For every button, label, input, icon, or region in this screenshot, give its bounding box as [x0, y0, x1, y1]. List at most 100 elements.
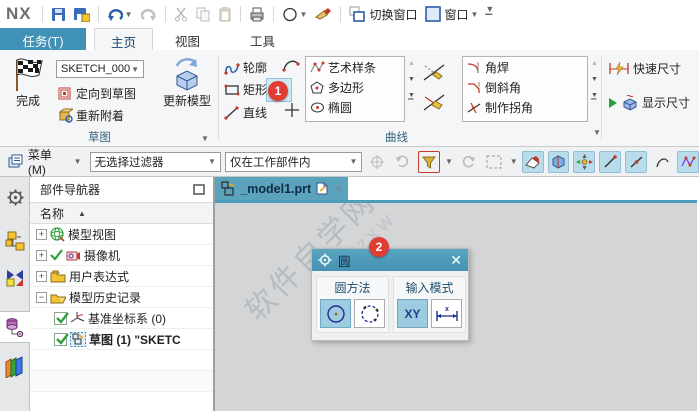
- circle-center-radius-button[interactable]: [320, 299, 351, 328]
- profile-button[interactable]: 轮廓: [224, 59, 267, 76]
- curve-gallery-scroll[interactable]: ▲ ▼ ▼ ▔: [408, 60, 415, 107]
- window-dropdown-icon[interactable]: ▼: [471, 10, 479, 19]
- format-painter-icon[interactable]: [313, 6, 334, 22]
- tab-tools[interactable]: 工具: [234, 28, 291, 50]
- line-button[interactable]: 直线: [224, 104, 267, 121]
- xy-input-button[interactable]: XY: [397, 299, 428, 328]
- snap-erase-icon[interactable]: [521, 150, 544, 173]
- expand-icon[interactable]: +: [36, 270, 47, 282]
- window-button[interactable]: 窗口 ▼: [423, 5, 480, 24]
- save-as-icon[interactable]: [72, 6, 92, 23]
- snap-move-icon[interactable]: [573, 150, 596, 173]
- fillet-button[interactable]: 角焊: [463, 57, 587, 77]
- scroll-down-icon[interactable]: ▼: [591, 76, 598, 83]
- point-icon: [285, 103, 299, 117]
- filter-more-dropdown-icon[interactable]: ▼: [445, 157, 453, 166]
- studio-spline-button[interactable]: 艺术样条: [306, 57, 404, 77]
- menu-dropdown-icon[interactable]: ▼: [74, 157, 82, 166]
- arc-button[interactable]: [282, 57, 300, 73]
- tree-item-cameras[interactable]: + 摄像机: [30, 245, 213, 266]
- checkbox-checked[interactable]: [54, 311, 69, 325]
- assembly-navigator-icon[interactable]: [3, 229, 27, 253]
- finish-sketch-button[interactable]: 完成: [4, 58, 52, 109]
- snap-spline-icon[interactable]: [677, 150, 699, 173]
- sketch-name-dropdown-icon[interactable]: ▼: [131, 65, 139, 74]
- polygon-button[interactable]: 多边形: [306, 77, 404, 97]
- checkbox-checked[interactable]: [54, 332, 69, 346]
- selection-filter-icon[interactable]: [418, 150, 441, 173]
- undo-icon[interactable]: ▼: [105, 6, 135, 23]
- tree-item-model-history[interactable]: − 模型历史记录: [30, 287, 213, 308]
- quick-trim-button[interactable]: [422, 62, 448, 84]
- work-plane-icon[interactable]: [547, 150, 570, 173]
- print-icon[interactable]: [247, 6, 267, 23]
- panel-pin-icon[interactable]: [193, 184, 205, 195]
- gallery-expand-icon[interactable]: ▼ ▔: [591, 92, 598, 107]
- corner-gallery-scroll[interactable]: ▲ ▼ ▼ ▔: [591, 60, 598, 107]
- document-tab[interactable]: _model1.prt ×: [215, 177, 348, 200]
- snap-endpoint-icon[interactable]: [599, 150, 622, 173]
- dimension-input-button[interactable]: x: [431, 299, 462, 328]
- update-model-button[interactable]: 更新模型: [160, 58, 214, 109]
- ellipse-button[interactable]: 椭圆: [306, 97, 404, 117]
- tab-close-icon[interactable]: ×: [335, 182, 342, 196]
- scope-dropdown-icon[interactable]: ▼: [349, 157, 357, 166]
- display-dimension-button[interactable]: 显示尺寸: [608, 94, 690, 111]
- dialog-close-icon[interactable]: ✕: [450, 253, 462, 267]
- scroll-down-icon[interactable]: ▼: [408, 76, 415, 83]
- tab-task[interactable]: 任务(T): [0, 28, 86, 50]
- switch-window-button[interactable]: 切换窗口: [347, 5, 419, 24]
- tab-view[interactable]: 视图: [159, 28, 216, 50]
- tree-item-datum-csys[interactable]: 基准坐标系 (0): [30, 308, 213, 329]
- orient-to-sketch-button[interactable]: 定向到草图: [58, 85, 136, 102]
- collapse-icon[interactable]: −: [36, 291, 47, 303]
- document-tab-label: _model1.prt: [240, 181, 312, 196]
- selection-scope-combo[interactable]: 仅在工作部件内 ▼: [224, 151, 363, 172]
- snap-midpoint-icon[interactable]: [625, 150, 648, 173]
- navigator-column-header[interactable]: 名称 ▲: [30, 203, 213, 224]
- last-tool-circle-icon[interactable]: ▼: [280, 6, 310, 23]
- circle-three-point-button[interactable]: [354, 299, 385, 328]
- select-mode-dropdown-icon[interactable]: ▼: [510, 157, 518, 166]
- snap-arc-icon[interactable]: [651, 151, 673, 173]
- point-button[interactable]: [284, 102, 300, 118]
- expand-icon[interactable]: +: [36, 249, 47, 261]
- tree-item-model-views[interactable]: + 模型视图: [30, 224, 213, 245]
- sketch-group-dropdown-icon[interactable]: ▼: [201, 134, 209, 143]
- constraint-navigator-icon[interactable]: [3, 265, 27, 289]
- save-icon[interactable]: [49, 6, 68, 23]
- roles-gear-icon[interactable]: [3, 185, 27, 209]
- qat-customize-icon[interactable]: ▼ ▔: [485, 4, 494, 25]
- undo-dropdown-icon[interactable]: ▼: [125, 10, 133, 19]
- circle-dialog[interactable]: 圆 ✕ 圆方法 输入模式 XY x: [311, 248, 469, 341]
- tab-home[interactable]: 主页: [94, 28, 154, 50]
- circle-dialog-titlebar[interactable]: 圆 ✕: [312, 249, 468, 271]
- separator: [97, 6, 99, 22]
- display-dimension-label: 显示尺寸: [642, 96, 691, 110]
- callout-badge-1: 1: [268, 81, 288, 101]
- selection-filter-combo[interactable]: 无选择过滤器 ▼: [89, 151, 221, 172]
- last-tool-dropdown-icon[interactable]: ▼: [300, 10, 308, 19]
- reuse-library-icon[interactable]: [3, 355, 27, 379]
- reattach-button[interactable]: 重新附着: [58, 107, 124, 124]
- part-navigator-icon[interactable]: [0, 311, 30, 343]
- sort-ascending-icon[interactable]: ▲: [78, 209, 86, 218]
- make-corner-button[interactable]: 制作拐角: [463, 97, 587, 117]
- tree-item-user-expressions[interactable]: + 用户表达式: [30, 266, 213, 287]
- sketch-name-combo[interactable]: SKETCH_000 ▼: [56, 60, 144, 78]
- chamfer-button[interactable]: 倒斜角: [463, 77, 587, 97]
- sketch-canvas[interactable]: 软件自学网 RJZXW 圆 ✕ 圆方法: [215, 203, 697, 411]
- gallery-expand-icon[interactable]: ▼ ▔: [408, 92, 415, 107]
- rectangle-button[interactable]: 矩形: [224, 81, 267, 98]
- tree-item-sketch[interactable]: 草图 (1) "SKETC: [30, 329, 213, 350]
- rectangle-select-icon[interactable]: [483, 151, 505, 173]
- curve-group-more-icon[interactable]: ▼: [593, 128, 601, 137]
- dialog-gear-icon[interactable]: [318, 253, 332, 267]
- expand-icon[interactable]: +: [36, 228, 47, 240]
- filter-dropdown-icon[interactable]: ▼: [208, 157, 216, 166]
- menu-button[interactable]: 菜单(M) ▼: [4, 144, 86, 179]
- quick-extend-button[interactable]: [422, 92, 448, 114]
- empty-row: [30, 371, 213, 392]
- rapid-dimension-button[interactable]: 快速尺寸: [608, 60, 681, 77]
- quick-trim-icon: [423, 64, 445, 81]
